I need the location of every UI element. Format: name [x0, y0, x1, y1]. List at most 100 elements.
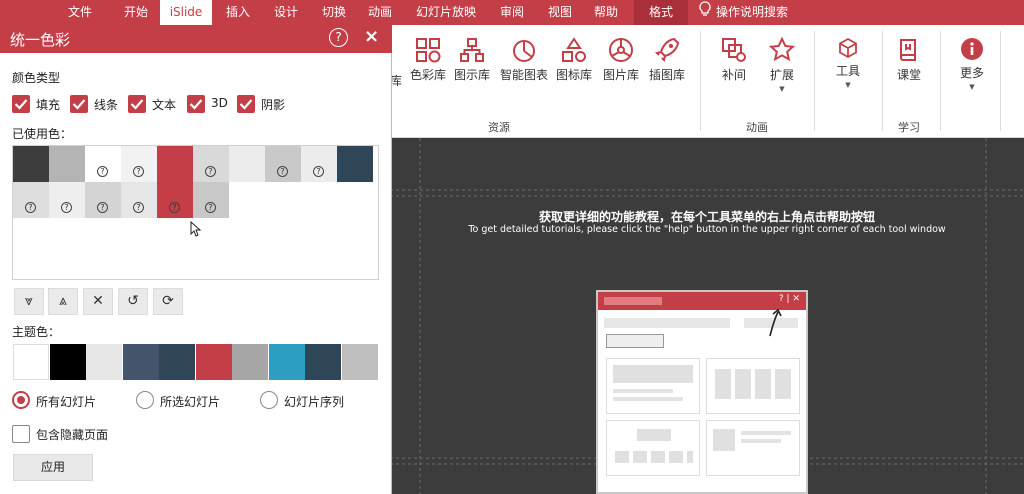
question-mark-icon: ?: [61, 202, 72, 213]
extend-label: 扩展: [769, 68, 794, 82]
classroom-button[interactable]: 课堂: [894, 37, 924, 83]
selected-slides-option[interactable]: 所选幻灯片: [136, 391, 246, 411]
ribbon-separator: [940, 31, 941, 131]
used-color-swatch[interactable]: ?: [49, 182, 85, 218]
close-icon[interactable]: ×: [364, 26, 379, 47]
mockup-placeholder: [615, 451, 693, 463]
tab-format[interactable]: 格式: [634, 0, 688, 25]
question-mark-icon: ?: [205, 202, 216, 213]
theme-color-swatch[interactable]: [49, 344, 86, 380]
slide-sequence-option[interactable]: 幻灯片序列: [260, 391, 370, 411]
theme-colors-label: 主题色：: [12, 325, 61, 339]
tween-button[interactable]: 补间: [716, 37, 752, 83]
icon-library-icon: [562, 37, 586, 62]
panel-title: 统一色彩: [10, 31, 71, 49]
tab-islide[interactable]: iSlide: [160, 0, 212, 25]
tab-slideshow[interactable]: 幻灯片放映: [410, 0, 482, 25]
more-button[interactable]: 更多 ▼: [954, 37, 990, 91]
all-slides-option[interactable]: 所有幻灯片: [12, 391, 122, 411]
slide-editing-area[interactable]: 获取更详细的功能教程，在每个工具菜单的右上角点击帮助按钮 To get deta…: [390, 138, 1024, 494]
include-hidden-checkbox[interactable]: [12, 425, 30, 443]
used-color-swatch[interactable]: ?: [193, 182, 229, 218]
diagram-library-label: 图示库: [453, 68, 490, 82]
refresh-button[interactable]: ⟳: [153, 288, 183, 315]
theme-color-swatch[interactable]: [268, 344, 305, 380]
tab-home[interactable]: 开始: [118, 0, 154, 25]
tab-help[interactable]: 帮助: [588, 0, 624, 25]
tab-animations[interactable]: 动画: [362, 0, 398, 25]
slide-sequence-label: 幻灯片序列: [284, 395, 345, 409]
used-color-swatch[interactable]: ?: [193, 146, 229, 182]
used-color-swatch[interactable]: ?: [301, 146, 337, 182]
used-color-swatch[interactable]: ?: [157, 182, 193, 218]
tab-transitions[interactable]: 切换: [316, 0, 352, 25]
diagram-library-button[interactable]: 图示库: [452, 37, 492, 83]
tell-me-search[interactable]: 操作说明搜索: [698, 0, 788, 25]
color-library-label: 色彩库: [409, 68, 446, 82]
include-hidden-row[interactable]: 包含隐藏页面: [12, 425, 132, 443]
arrow-annotation-icon: [769, 308, 782, 337]
apply-button[interactable]: 应用: [13, 454, 93, 481]
all-slides-radio[interactable]: [12, 391, 30, 409]
ribbon-tab-bar: 文件 开始 iSlide 插入 设计 切换 动画 幻灯片放映 审阅 视图 帮助 …: [0, 0, 1024, 25]
move-up-button[interactable]: ⩓: [48, 288, 78, 315]
theme-color-swatch[interactable]: [13, 344, 49, 380]
tab-view[interactable]: 视图: [542, 0, 578, 25]
tab-file[interactable]: 文件: [62, 0, 98, 25]
used-color-swatch[interactable]: ?: [85, 146, 121, 182]
illustration-library-icon: [655, 37, 680, 62]
tab-design[interactable]: 设计: [268, 0, 304, 25]
tools-button[interactable]: 工具 ▼: [830, 37, 866, 89]
mockup-card: [606, 420, 700, 476]
help-icon[interactable]: ?: [329, 28, 348, 47]
undo-button[interactable]: ↺: [118, 288, 148, 315]
tab-review[interactable]: 审阅: [494, 0, 530, 25]
shadow-checkbox[interactable]: [237, 95, 255, 113]
icon-library-button[interactable]: 图标库: [554, 37, 594, 83]
theme-colors-strip: [13, 344, 378, 380]
learning-group-label: 学习: [898, 121, 920, 134]
used-color-swatch[interactable]: ?: [265, 146, 301, 182]
used-color-swatch[interactable]: [13, 146, 49, 182]
theme-color-swatch[interactable]: [122, 344, 159, 380]
theme-color-swatch[interactable]: [86, 344, 122, 380]
used-color-swatch[interactable]: ?: [121, 182, 157, 218]
used-color-swatch[interactable]: [229, 146, 265, 182]
theme-color-swatch[interactable]: [159, 344, 195, 380]
icon-library-label: 图标库: [555, 68, 592, 82]
used-color-swatch[interactable]: ?: [85, 182, 121, 218]
line-checkbox[interactable]: [70, 95, 88, 113]
illustration-library-button[interactable]: 插图库: [647, 37, 687, 83]
selected-slides-radio[interactable]: [136, 391, 154, 409]
lightbulb-icon: [698, 0, 712, 25]
used-color-swatch[interactable]: [337, 146, 373, 182]
slide-sequence-radio[interactable]: [260, 391, 278, 409]
mockup-placeholder: [613, 389, 673, 393]
color-library-button[interactable]: 色彩库: [408, 37, 448, 83]
unified-color-panel: 统一色彩 ? × 颜色类型 填充 线条 文本 3D 阴影 已使用色： ? ? ?…: [0, 25, 392, 494]
used-color-swatch[interactable]: [157, 146, 193, 182]
theme-color-swatch[interactable]: [195, 344, 232, 380]
panel-header: 统一色彩 ? ×: [0, 25, 392, 53]
remove-color-button[interactable]: ✕: [83, 288, 113, 315]
used-color-swatch[interactable]: ?: [13, 182, 49, 218]
question-mark-icon: ?: [133, 202, 144, 213]
picture-library-button[interactable]: 图片库: [601, 37, 641, 83]
3d-checkbox[interactable]: [187, 95, 205, 113]
theme-color-swatch[interactable]: [341, 344, 378, 380]
extend-button[interactable]: 扩展 ▼: [764, 37, 800, 93]
theme-color-swatch[interactable]: [232, 344, 268, 380]
used-color-swatch[interactable]: [49, 146, 85, 182]
mouse-cursor-icon: [190, 221, 202, 237]
tab-insert[interactable]: 插入: [220, 0, 256, 25]
mockup-card: [706, 358, 800, 414]
help-title: 获取更详细的功能教程，在每个工具菜单的右上角点击帮助按钮: [538, 210, 875, 224]
used-color-swatch[interactable]: ?: [121, 146, 157, 182]
text-checkbox[interactable]: [128, 95, 146, 113]
move-down-button[interactable]: ⩔: [14, 288, 44, 315]
ribbon-body: 库 色彩库 图示库 智能图表 图标库 图片库 插图库 资源 补间 扩展 ▼ 动画…: [390, 25, 1024, 138]
smart-chart-button[interactable]: 智能图表: [498, 37, 550, 83]
include-hidden-label: 包含隐藏页面: [36, 428, 109, 442]
fill-checkbox[interactable]: [12, 95, 30, 113]
theme-color-swatch[interactable]: [305, 344, 341, 380]
